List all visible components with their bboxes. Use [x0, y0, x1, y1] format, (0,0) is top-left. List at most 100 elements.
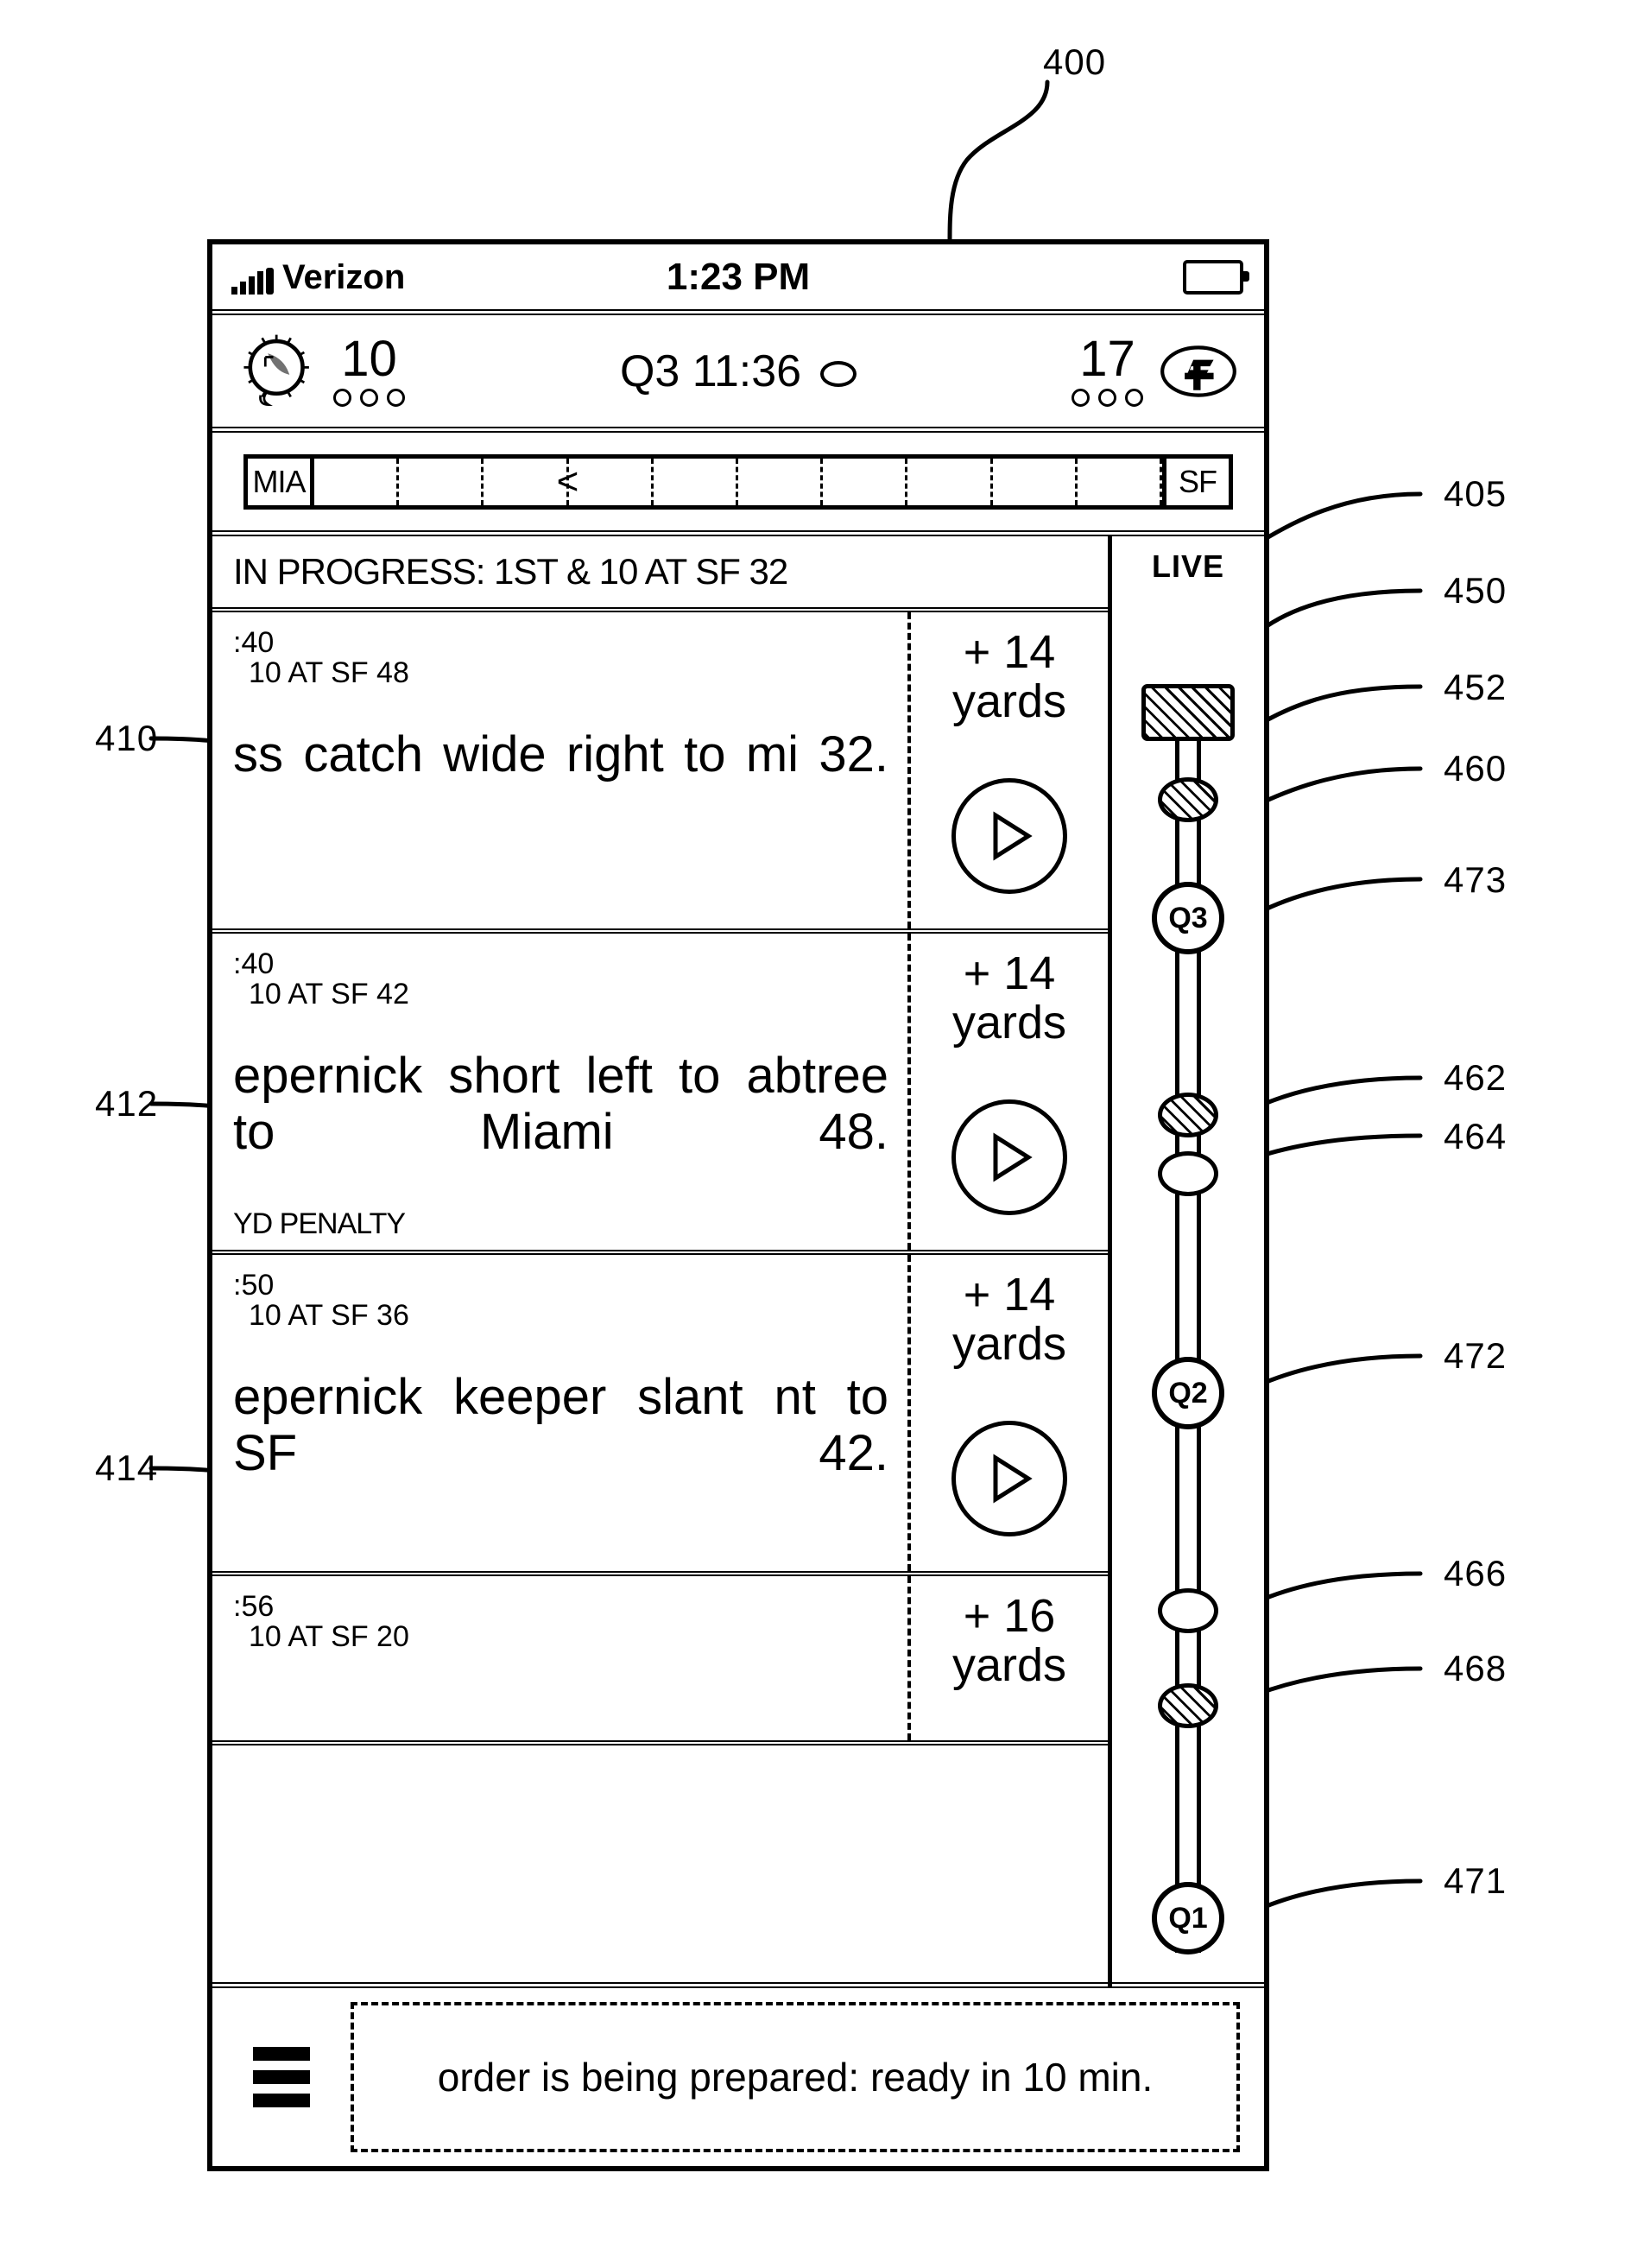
miami-dolphins-logo	[243, 334, 309, 406]
timeline-quarter-q1[interactable]: Q1	[1152, 1882, 1224, 1954]
play-card-main: :40 10 AT SF 42 epernick short left to a…	[212, 934, 907, 1250]
timeline-quarter-q3[interactable]: Q3	[1152, 882, 1224, 954]
home-timeouts	[1072, 388, 1143, 407]
timeline-node-464[interactable]	[1158, 1151, 1218, 1196]
play-card-main: :56 10 AT SF 20	[212, 1576, 907, 1740]
bottom-bar: order is being prepared: ready in 10 min…	[212, 1982, 1264, 2166]
clock-label: 11:36	[692, 345, 802, 396]
home-team-block[interactable]: 17	[1072, 332, 1238, 411]
san-francisco-49ers-logo	[1160, 345, 1236, 397]
play-triangle-icon	[993, 1454, 1033, 1504]
battery-icon	[1183, 259, 1249, 295]
field-segment	[907, 458, 993, 505]
play-card-main: :40 10 AT SF 48 ss catch wide right to m…	[212, 612, 907, 928]
play-card[interactable]: :50 10 AT SF 36 epernick keeper slant nt…	[212, 1255, 1108, 1576]
ref-play-card-3: 414	[95, 1448, 159, 1488]
play-time: :50	[233, 1269, 275, 1302]
ref-live-handle: 452	[1444, 667, 1508, 707]
play-penalty: YD PENALTY	[233, 1207, 406, 1240]
field-segment	[993, 458, 1078, 505]
play-description: ss catch wide right to mi 32.	[233, 726, 888, 783]
field-track[interactable]: MIA < SF	[243, 453, 1233, 510]
field-segment	[654, 458, 739, 505]
possession-direction-marker: <	[556, 459, 579, 503]
play-card-side: + 14 yards	[907, 612, 1108, 928]
away-score-group: 10	[333, 331, 405, 407]
play-card-side: + 14 yards	[907, 1255, 1108, 1571]
play-video-button[interactable]	[951, 778, 1067, 894]
timeline-node-466[interactable]	[1158, 1588, 1218, 1633]
play-triangle-icon	[993, 811, 1033, 861]
play-time: :40	[233, 626, 275, 659]
play-down: 10 AT SF 20	[249, 1620, 409, 1653]
scoreboard[interactable]: 10 Q3 11:36 17	[212, 315, 1264, 433]
play-card-main: :50 10 AT SF 36 epernick keeper slant nt…	[212, 1255, 907, 1571]
status-bar: Verizon 1:23 PM	[212, 244, 1264, 315]
quarter-label: Q3	[619, 345, 680, 396]
ref-play-card-2: 412	[95, 1083, 159, 1124]
timeline-track[interactable]: Q3 Q2 Q1	[1141, 684, 1235, 1954]
timeline-node-468[interactable]	[1158, 1683, 1218, 1728]
ref-timeline: 450	[1444, 570, 1508, 611]
play-card[interactable]: :40 10 AT SF 42 epernick short left to a…	[212, 934, 1108, 1255]
ref-node-460: 460	[1444, 748, 1508, 789]
away-score: 10	[341, 331, 397, 388]
ref-play-list: 410	[95, 718, 159, 758]
play-video-button[interactable]	[951, 1421, 1067, 1536]
play-list[interactable]: IN PROGRESS: 1ST & 10 AT SF 32 :40 10 AT…	[212, 536, 1112, 1987]
ref-quarter-3: 473	[1444, 859, 1508, 900]
play-card-side: + 14 yards	[907, 934, 1108, 1250]
play-video-button[interactable]	[951, 1099, 1067, 1215]
home-score-group: 17	[1072, 331, 1143, 407]
football-icon	[820, 360, 857, 387]
timeline-node-462[interactable]	[1158, 1093, 1218, 1137]
play-yards: + 16 yards	[951, 1590, 1067, 1692]
timeline-node-460[interactable]	[1158, 777, 1218, 822]
field-segment	[738, 458, 824, 505]
field-endzone-left: MIA	[248, 458, 314, 505]
hamburger-menu-icon[interactable]	[212, 2047, 351, 2107]
ref-field-bar: 405	[1444, 473, 1508, 514]
play-time: :40	[233, 947, 275, 980]
play-yards: + 14 yards	[951, 947, 1067, 1049]
field-segment	[823, 458, 908, 505]
live-label: LIVE	[1151, 548, 1225, 584]
ref-quarter-2: 472	[1444, 1335, 1508, 1376]
timeline-live-handle[interactable]	[1141, 684, 1235, 741]
ref-device: 400	[1043, 41, 1107, 82]
field-progress-bar[interactable]: MIA < SF	[212, 433, 1264, 536]
field-segment	[314, 458, 400, 505]
ref-quarter-1: 471	[1444, 1860, 1508, 1901]
play-down: 10 AT SF 36	[249, 1299, 409, 1332]
ref-node-462: 462	[1444, 1057, 1508, 1098]
field-segment: <	[557, 458, 654, 505]
play-card-side: + 16 yards	[907, 1576, 1108, 1740]
play-yards: + 14 yards	[951, 1269, 1067, 1371]
play-down: 10 AT SF 42	[249, 978, 409, 1010]
game-clock-group: Q3 11:36	[405, 345, 1072, 397]
main-body: IN PROGRESS: 1ST & 10 AT SF 32 :40 10 AT…	[212, 536, 1264, 1987]
play-card[interactable]: :56 10 AT SF 20 + 16 yards	[212, 1576, 1108, 1745]
field-segment	[1078, 458, 1163, 505]
field-endzone-right: SF	[1162, 458, 1229, 505]
mobile-device: Verizon 1:23 PM 10 Q3 11:36 17 MIA < SF …	[207, 239, 1269, 2171]
play-description: epernick short left to abtree to Miami 4…	[233, 1048, 888, 1161]
home-score: 17	[1079, 331, 1135, 388]
play-triangle-icon	[993, 1132, 1033, 1182]
order-status-ticker[interactable]: order is being prepared: ready in 10 min…	[351, 2002, 1240, 2152]
ref-node-464: 464	[1444, 1116, 1508, 1156]
away-team-block[interactable]: 10	[238, 332, 405, 411]
ref-node-466: 466	[1444, 1553, 1508, 1593]
away-timeouts	[333, 388, 405, 407]
play-down: 10 AT SF 48	[249, 656, 409, 689]
play-card[interactable]: :40 10 AT SF 48 ss catch wide right to m…	[212, 612, 1108, 934]
game-timeline[interactable]: LIVE Q3 Q2 Q1	[1112, 536, 1264, 1987]
timeline-quarter-q2[interactable]: Q2	[1152, 1357, 1224, 1429]
play-yards: + 14 yards	[951, 626, 1067, 728]
status-clock: 1:23 PM	[666, 255, 811, 298]
in-progress-banner: IN PROGRESS: 1ST & 10 AT SF 32	[212, 536, 1108, 612]
ref-node-468: 468	[1444, 1648, 1508, 1688]
play-time: :56	[233, 1590, 275, 1623]
field-segment	[399, 458, 484, 505]
play-description: epernick keeper slant nt to SF 42.	[233, 1369, 888, 1482]
